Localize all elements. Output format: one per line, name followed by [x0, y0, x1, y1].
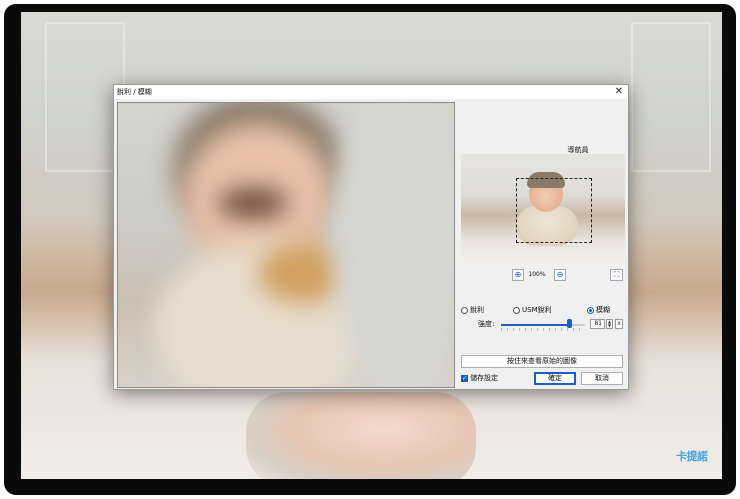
preview-mouth-shape [218, 188, 288, 218]
navigator-view-rectangle[interactable] [516, 178, 592, 243]
sharpen-blur-dialog: 銳利 / 模糊 ✕ 導航員 ⊕ 100% ⊖ ⛶ 銳利 USM銳利 模糊 強度:… [113, 84, 629, 390]
save-settings-checkbox[interactable]: ✓ 儲存設定 [461, 373, 498, 383]
preview-wall-shape [333, 103, 454, 387]
navigator-thumbnail[interactable] [461, 154, 625, 265]
background-baby-hands [246, 392, 476, 479]
radio-usm-sharpen[interactable]: USM銳利 [513, 305, 552, 315]
fit-to-window-icon[interactable]: ⛶ [610, 269, 623, 281]
radio-blur[interactable]: 模糊 [587, 305, 610, 315]
zoom-in-icon[interactable]: ⊕ [512, 269, 524, 281]
strength-slider-ticks [501, 328, 585, 331]
radio-button[interactable] [461, 306, 468, 314]
ok-button[interactable]: 確定 [534, 372, 576, 385]
zoom-level: 100% [528, 271, 546, 278]
screenshot-canvas: 卡提諾 銳利 / 模糊 ✕ 導航員 ⊕ 100% ⊖ ⛶ 銳利 USM銳利 模糊… [0, 0, 740, 499]
reset-strength-button[interactable]: x [615, 319, 623, 329]
background-wall-panel [631, 22, 711, 172]
strength-spinner[interactable]: ▲ ▼ [606, 319, 613, 329]
radio-button[interactable] [513, 306, 520, 314]
cancel-button[interactable]: 取消 [581, 372, 623, 385]
spin-down-icon[interactable]: ▼ [607, 324, 612, 328]
radio-button-selected[interactable] [587, 306, 594, 314]
save-settings-label: 儲存設定 [470, 374, 498, 382]
hold-to-view-original-button[interactable]: 按住來查看原始的圖像 [461, 355, 623, 368]
strength-value-input[interactable]: 81 [590, 319, 605, 329]
dialog-title: 銳利 / 模糊 [117, 88, 152, 96]
blurred-preview-image[interactable] [117, 102, 455, 388]
strength-label: 強度: [478, 320, 495, 328]
dialog-titlebar[interactable]: 銳利 / 模糊 ✕ [114, 85, 628, 99]
checkbox-checked-icon[interactable]: ✓ [461, 374, 468, 382]
radio-sharpen[interactable]: 銳利 [461, 305, 484, 315]
radio-label: USM銳利 [522, 306, 552, 314]
strength-slider-fill [501, 324, 570, 326]
watermark-logo: 卡提諾 [676, 450, 708, 463]
radio-label: 模糊 [596, 306, 610, 314]
close-icon[interactable]: ✕ [615, 85, 623, 99]
radio-label: 銳利 [470, 306, 484, 314]
zoom-out-icon[interactable]: ⊖ [554, 269, 566, 281]
strength-slider-handle[interactable] [566, 319, 572, 328]
